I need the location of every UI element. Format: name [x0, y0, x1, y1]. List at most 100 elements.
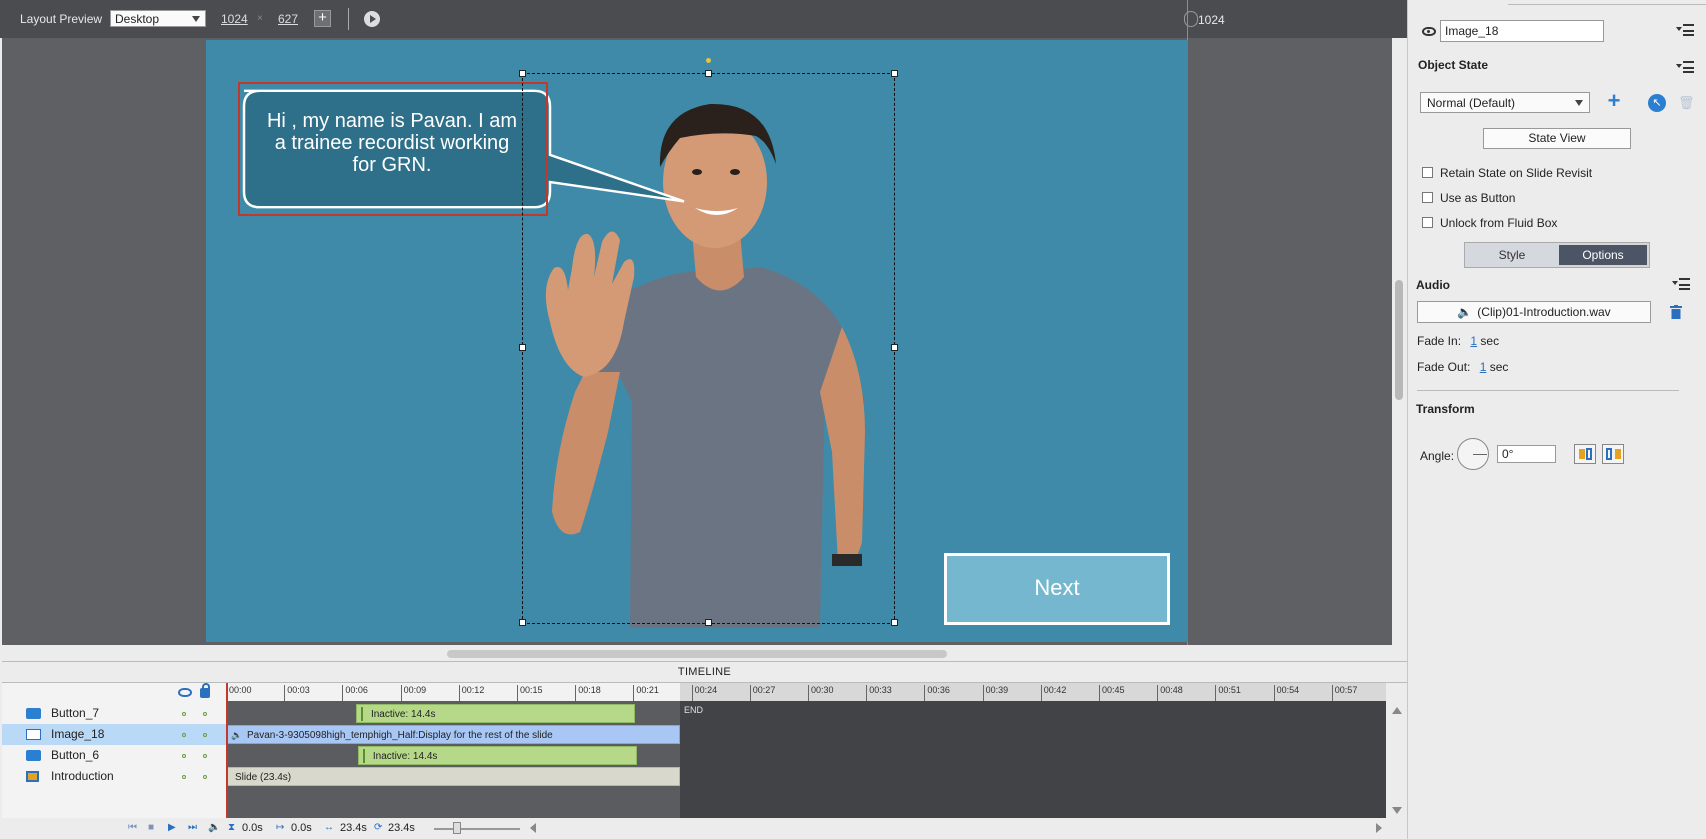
eye-icon[interactable] [178, 688, 192, 697]
timeline-zoom-slider[interactable] [453, 822, 461, 834]
flip-horizontal-button[interactable] [1574, 444, 1596, 464]
checkbox-box[interactable] [1422, 192, 1433, 203]
timeline-layer-row[interactable]: Button_7 [2, 703, 226, 724]
checkbox-box[interactable] [1422, 167, 1433, 178]
width-value[interactable]: 1024 [221, 12, 248, 26]
add-state-icon[interactable]: + [1605, 90, 1623, 112]
ruler-tick: 00:00 [226, 685, 252, 701]
state-menu-icon[interactable] [1676, 61, 1694, 75]
timeline-layer-list: Button_7 Image_18 Button_6 Introduction [2, 683, 226, 818]
add-breakpoint-button[interactable]: + [314, 10, 331, 27]
tab-options[interactable]: Options [1559, 245, 1647, 265]
timeline-layer-row[interactable]: Button_6 [2, 745, 226, 766]
ruler-tick: 00:36 [924, 685, 950, 701]
skip-to-end-icon[interactable]: ⏭ [188, 823, 198, 833]
ruler-tick: 00:21 [633, 685, 659, 701]
ruler-tick: 00:48 [1157, 685, 1183, 701]
visibility-dot[interactable] [182, 754, 186, 758]
lock-dot[interactable] [203, 754, 207, 758]
eye-icon[interactable] [1422, 27, 1436, 36]
lock-dot[interactable] [203, 712, 207, 716]
resize-handle-nw[interactable] [519, 70, 526, 77]
fade-out-value[interactable]: 1 [1480, 360, 1487, 374]
panel-menu-icon[interactable] [1676, 24, 1694, 38]
plus-icon: + [318, 9, 327, 26]
layer-name: Button_6 [51, 748, 100, 762]
state-view-button[interactable]: State View [1483, 128, 1631, 149]
end-time-value: 23.4s [388, 822, 415, 834]
device-select[interactable]: Desktop [110, 10, 206, 27]
ruler-tick: 00:42 [1040, 685, 1066, 701]
stage-horizontal-scrollbar[interactable] [447, 650, 947, 658]
timeline-bar[interactable]: Inactive: 14.4s [355, 704, 636, 723]
resize-handle-s[interactable] [705, 619, 712, 626]
resize-handle-sw[interactable] [519, 619, 526, 626]
timeline-tracks[interactable]: 00:00 00:03 00:06 00:09 00:12 00:15 00:18 00:21… [226, 683, 1386, 818]
timeline-bar[interactable]: Slide (23.4s) [226, 767, 680, 786]
object-name-field[interactable]: Image_18 [1440, 20, 1604, 42]
resize-handle-w[interactable] [519, 344, 526, 351]
angle-dial[interactable] [1457, 438, 1489, 470]
ruler-tick: 00:27 [749, 685, 775, 701]
resize-handle-e[interactable] [891, 344, 898, 351]
lock-dot[interactable] [203, 775, 207, 779]
style-options-toggle: Style Options [1464, 242, 1650, 268]
next-button[interactable]: Next [944, 553, 1170, 625]
unlock-fluid-box-label: Unlock from Fluid Box [1440, 216, 1558, 230]
resize-handle-ne[interactable] [891, 70, 898, 77]
chevron-down-icon [192, 16, 200, 22]
layer-name: Introduction [51, 769, 114, 783]
scroll-down-icon[interactable] [1392, 807, 1402, 814]
play-icon[interactable]: ▶ [168, 823, 178, 833]
tab-style[interactable]: Style [1465, 243, 1559, 267]
fade-out-label: Fade Out: [1417, 360, 1471, 374]
playhead[interactable] [226, 683, 228, 818]
checkbox-box[interactable] [1422, 217, 1433, 228]
ruler-tick: 00:03 [284, 685, 310, 701]
fade-in-value[interactable]: 1 [1470, 334, 1477, 348]
speaker-icon: 🔈 [231, 730, 243, 740]
visibility-dot[interactable] [182, 775, 186, 779]
lock-dot[interactable] [203, 733, 207, 737]
timeline-layer-row[interactable]: Introduction [2, 766, 226, 787]
play-preview-button[interactable] [364, 11, 380, 27]
stop-icon[interactable]: ■ [148, 823, 158, 833]
ruler-tick: 00:15 [517, 685, 543, 701]
layout-preview-toolbar: Layout Preview Desktop 1024 × 627 + 1024 [0, 0, 1407, 38]
timeline-ruler[interactable]: 00:00 00:03 00:06 00:09 00:12 00:15 00:18 00:21… [226, 683, 1386, 701]
speaker-icon[interactable]: 🔈 [208, 823, 220, 833]
button-icon [26, 708, 41, 719]
scroll-right-icon[interactable] [1376, 823, 1382, 833]
layer-name: Button_7 [51, 706, 100, 720]
timeline-layer-row[interactable]: Image_18 [2, 724, 226, 745]
resize-handle-n[interactable] [705, 70, 712, 77]
go-to-state-icon[interactable]: ↖ [1648, 94, 1666, 112]
rotate-handle[interactable] [706, 58, 711, 63]
flip-vertical-button[interactable] [1602, 444, 1624, 464]
rewind-icon[interactable]: ⏮ [128, 823, 138, 833]
start-time-value: 0.0s [291, 822, 312, 834]
timeline-vertical-scrollbar[interactable] [1386, 683, 1407, 818]
audio-file-field[interactable]: 🔈 (Clip)01-Introduction.wav [1417, 301, 1651, 323]
timeline-bar[interactable]: Pavan-3-9305098high_temphigh_Half:Displa… [226, 725, 680, 744]
start-time-icon: ↦ [276, 822, 285, 833]
scroll-left-icon[interactable] [530, 823, 536, 833]
fade-out-unit: sec [1489, 360, 1509, 374]
scroll-up-icon[interactable] [1392, 707, 1402, 714]
resize-handle-se[interactable] [891, 619, 898, 626]
ruler-tick: 00:18 [575, 685, 601, 701]
timeline-zoom-track[interactable] [434, 828, 520, 830]
lock-icon[interactable] [200, 683, 210, 698]
stage-vertical-scrollbar[interactable] [1395, 280, 1403, 400]
visibility-dot[interactable] [182, 712, 186, 716]
trash-icon[interactable] [1670, 305, 1682, 319]
delete-state-icon[interactable]: 🗑 [1678, 95, 1695, 111]
visibility-dot[interactable] [182, 733, 186, 737]
height-value[interactable]: 627 [278, 12, 298, 26]
timeline-footer: ⏮ ■ ▶ ⏭ 🔈 ⧗ 0.0s ↦ 0.0s ↔ 23.4s ⟳ 23.4s [2, 818, 1407, 839]
timeline-bar[interactable]: Inactive: 14.4s [357, 746, 638, 765]
state-select[interactable]: Normal (Default) [1420, 92, 1590, 113]
angle-input[interactable]: 0° [1497, 445, 1556, 463]
audio-menu-icon[interactable] [1672, 278, 1690, 292]
duration-icon: ↔ [324, 822, 334, 833]
